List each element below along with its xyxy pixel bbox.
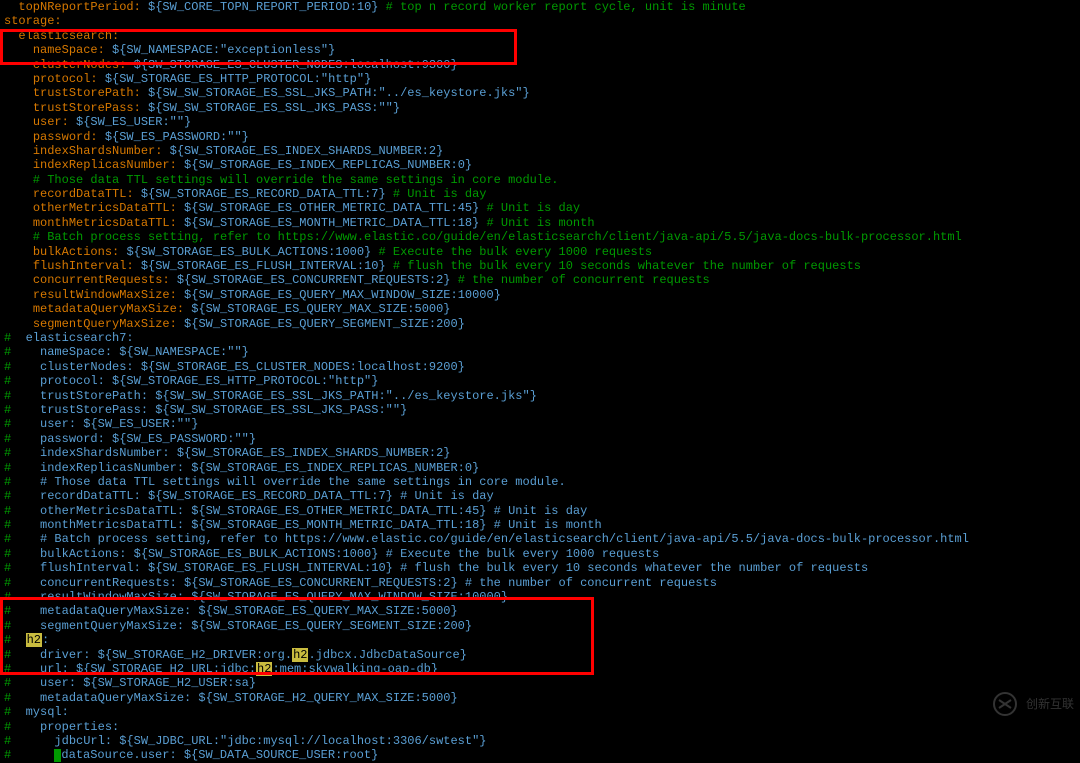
watermark-text: 创新互联 <box>1026 697 1074 711</box>
code-viewer: topNReportPeriod: ${SW_CORE_TOPN_REPORT_… <box>0 0 1080 763</box>
code-line: clusterNodes: ${SW_STORAGE_ES_CLUSTER_NO… <box>4 58 1076 72</box>
code-line: # # Batch process setting, refer to http… <box>4 532 1076 546</box>
code-line: # Those data TTL settings will override … <box>4 173 1076 187</box>
code-line: # clusterNodes: ${SW_STORAGE_ES_CLUSTER_… <box>4 360 1076 374</box>
code-line: flushInterval: ${SW_STORAGE_ES_FLUSH_INT… <box>4 259 1076 273</box>
code-line: indexReplicasNumber: ${SW_STORAGE_ES_IND… <box>4 158 1076 172</box>
code-line: trustStorePath: ${SW_SW_STORAGE_ES_SSL_J… <box>4 86 1076 100</box>
code-line: # monthMetricsDataTTL: ${SW_STORAGE_ES_M… <box>4 518 1076 532</box>
code-line: # segmentQueryMaxSize: ${SW_STORAGE_ES_Q… <box>4 619 1076 633</box>
code-line: # indexShardsNumber: ${SW_STORAGE_ES_IND… <box>4 446 1076 460</box>
code-line: # nameSpace: ${SW_NAMESPACE:""} <box>4 345 1076 359</box>
code-line: # trustStorePath: ${SW_SW_STORAGE_ES_SSL… <box>4 389 1076 403</box>
code-line: concurrentRequests: ${SW_STORAGE_ES_CONC… <box>4 273 1076 287</box>
code-line: # trustStorePass: ${SW_SW_STORAGE_ES_SSL… <box>4 403 1076 417</box>
code-line: # concurrentRequests: ${SW_STORAGE_ES_CO… <box>4 576 1076 590</box>
code-line: # h2: <box>4 633 1076 647</box>
code-line: # flushInterval: ${SW_STORAGE_ES_FLUSH_I… <box>4 561 1076 575</box>
code-line: # dataSource.user: ${SW_DATA_SOURCE_USER… <box>4 748 1076 762</box>
code-line: # otherMetricsDataTTL: ${SW_STORAGE_ES_O… <box>4 504 1076 518</box>
code-line: resultWindowMaxSize: ${SW_STORAGE_ES_QUE… <box>4 288 1076 302</box>
code-line: password: ${SW_ES_PASSWORD:""} <box>4 130 1076 144</box>
code-line: indexShardsNumber: ${SW_STORAGE_ES_INDEX… <box>4 144 1076 158</box>
watermark: 创新互联 <box>990 690 1074 718</box>
code-line: user: ${SW_ES_USER:""} <box>4 115 1076 129</box>
code-line: # user: ${SW_STORAGE_H2_USER:sa} <box>4 676 1076 690</box>
code-line: # resultWindowMaxSize: ${SW_STORAGE_ES_Q… <box>4 590 1076 604</box>
code-line: # protocol: ${SW_STORAGE_ES_HTTP_PROTOCO… <box>4 374 1076 388</box>
code-line: # Batch process setting, refer to https:… <box>4 230 1076 244</box>
code-line: segmentQueryMaxSize: ${SW_STORAGE_ES_QUE… <box>4 317 1076 331</box>
code-line: # recordDataTTL: ${SW_STORAGE_ES_RECORD_… <box>4 489 1076 503</box>
code-line: # # Those data TTL settings will overrid… <box>4 475 1076 489</box>
code-line: recordDataTTL: ${SW_STORAGE_ES_RECORD_DA… <box>4 187 1076 201</box>
code-line: elasticsearch: <box>4 29 1076 43</box>
code-line: metadataQueryMaxSize: ${SW_STORAGE_ES_QU… <box>4 302 1076 316</box>
code-line: # metadataQueryMaxSize: ${SW_STORAGE_ES_… <box>4 604 1076 618</box>
code-line: monthMetricsDataTTL: ${SW_STORAGE_ES_MON… <box>4 216 1076 230</box>
code-line: protocol: ${SW_STORAGE_ES_HTTP_PROTOCOL:… <box>4 72 1076 86</box>
code-line: # jdbcUrl: ${SW_JDBC_URL:"jdbc:mysql://l… <box>4 734 1076 748</box>
code-line: # url: ${SW_STORAGE_H2_URL:jdbc:h2:mem:s… <box>4 662 1076 676</box>
code-line: # bulkActions: ${SW_STORAGE_ES_BULK_ACTI… <box>4 547 1076 561</box>
code-line: bulkActions: ${SW_STORAGE_ES_BULK_ACTION… <box>4 245 1076 259</box>
code-line: trustStorePass: ${SW_SW_STORAGE_ES_SSL_J… <box>4 101 1076 115</box>
code-line: topNReportPeriod: ${SW_CORE_TOPN_REPORT_… <box>4 0 1076 14</box>
code-line: # metadataQueryMaxSize: ${SW_STORAGE_H2_… <box>4 691 1076 705</box>
code-line: # driver: ${SW_STORAGE_H2_DRIVER:org.h2.… <box>4 648 1076 662</box>
code-line: storage: <box>4 14 1076 28</box>
code-line: otherMetricsDataTTL: ${SW_STORAGE_ES_OTH… <box>4 201 1076 215</box>
watermark-logo-icon <box>990 691 1020 717</box>
code-line: # properties: <box>4 720 1076 734</box>
code-line: # indexReplicasNumber: ${SW_STORAGE_ES_I… <box>4 461 1076 475</box>
code-line: # password: ${SW_ES_PASSWORD:""} <box>4 432 1076 446</box>
code-line: nameSpace: ${SW_NAMESPACE:"exceptionless… <box>4 43 1076 57</box>
code-line: # mysql: <box>4 705 1076 719</box>
code-line: # elasticsearch7: <box>4 331 1076 345</box>
code-line: # user: ${SW_ES_USER:""} <box>4 417 1076 431</box>
